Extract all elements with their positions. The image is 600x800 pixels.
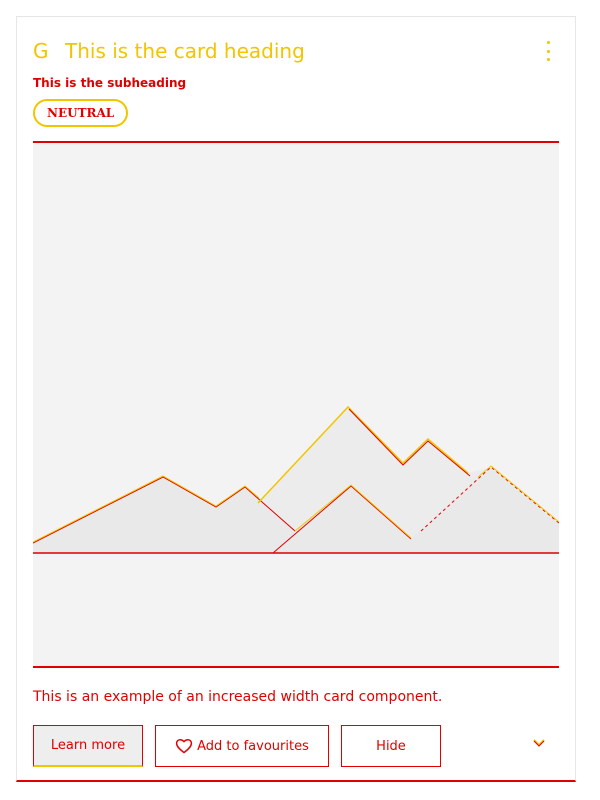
hide-label: Hide (376, 738, 406, 754)
heart-icon (175, 739, 193, 754)
status-badge: NEUTRAL (33, 99, 129, 127)
learn-more-label: Learn more (50, 738, 126, 753)
vertical-ellipsis-icon[interactable] (545, 41, 551, 61)
card-subheading: This is the subheading (33, 76, 187, 90)
card-heading: This is the card heading (65, 39, 305, 63)
card-header: G This is the card heading (33, 37, 559, 67)
image-placeholder (33, 141, 559, 668)
hide-button[interactable]: Hide (341, 725, 441, 767)
chevron-down-icon[interactable] (531, 735, 547, 751)
card: G This is the card heading This is the s… (16, 16, 576, 782)
g-icon: G (33, 39, 49, 63)
add-to-favourites-button[interactable]: Add to favourites (155, 725, 329, 767)
card-description: This is an example of an increased width… (33, 689, 443, 705)
learn-more-button[interactable]: Learn more (33, 725, 143, 767)
add-to-favourites-label: Add to favourites (197, 738, 309, 754)
mountain-illustration (33, 405, 559, 554)
